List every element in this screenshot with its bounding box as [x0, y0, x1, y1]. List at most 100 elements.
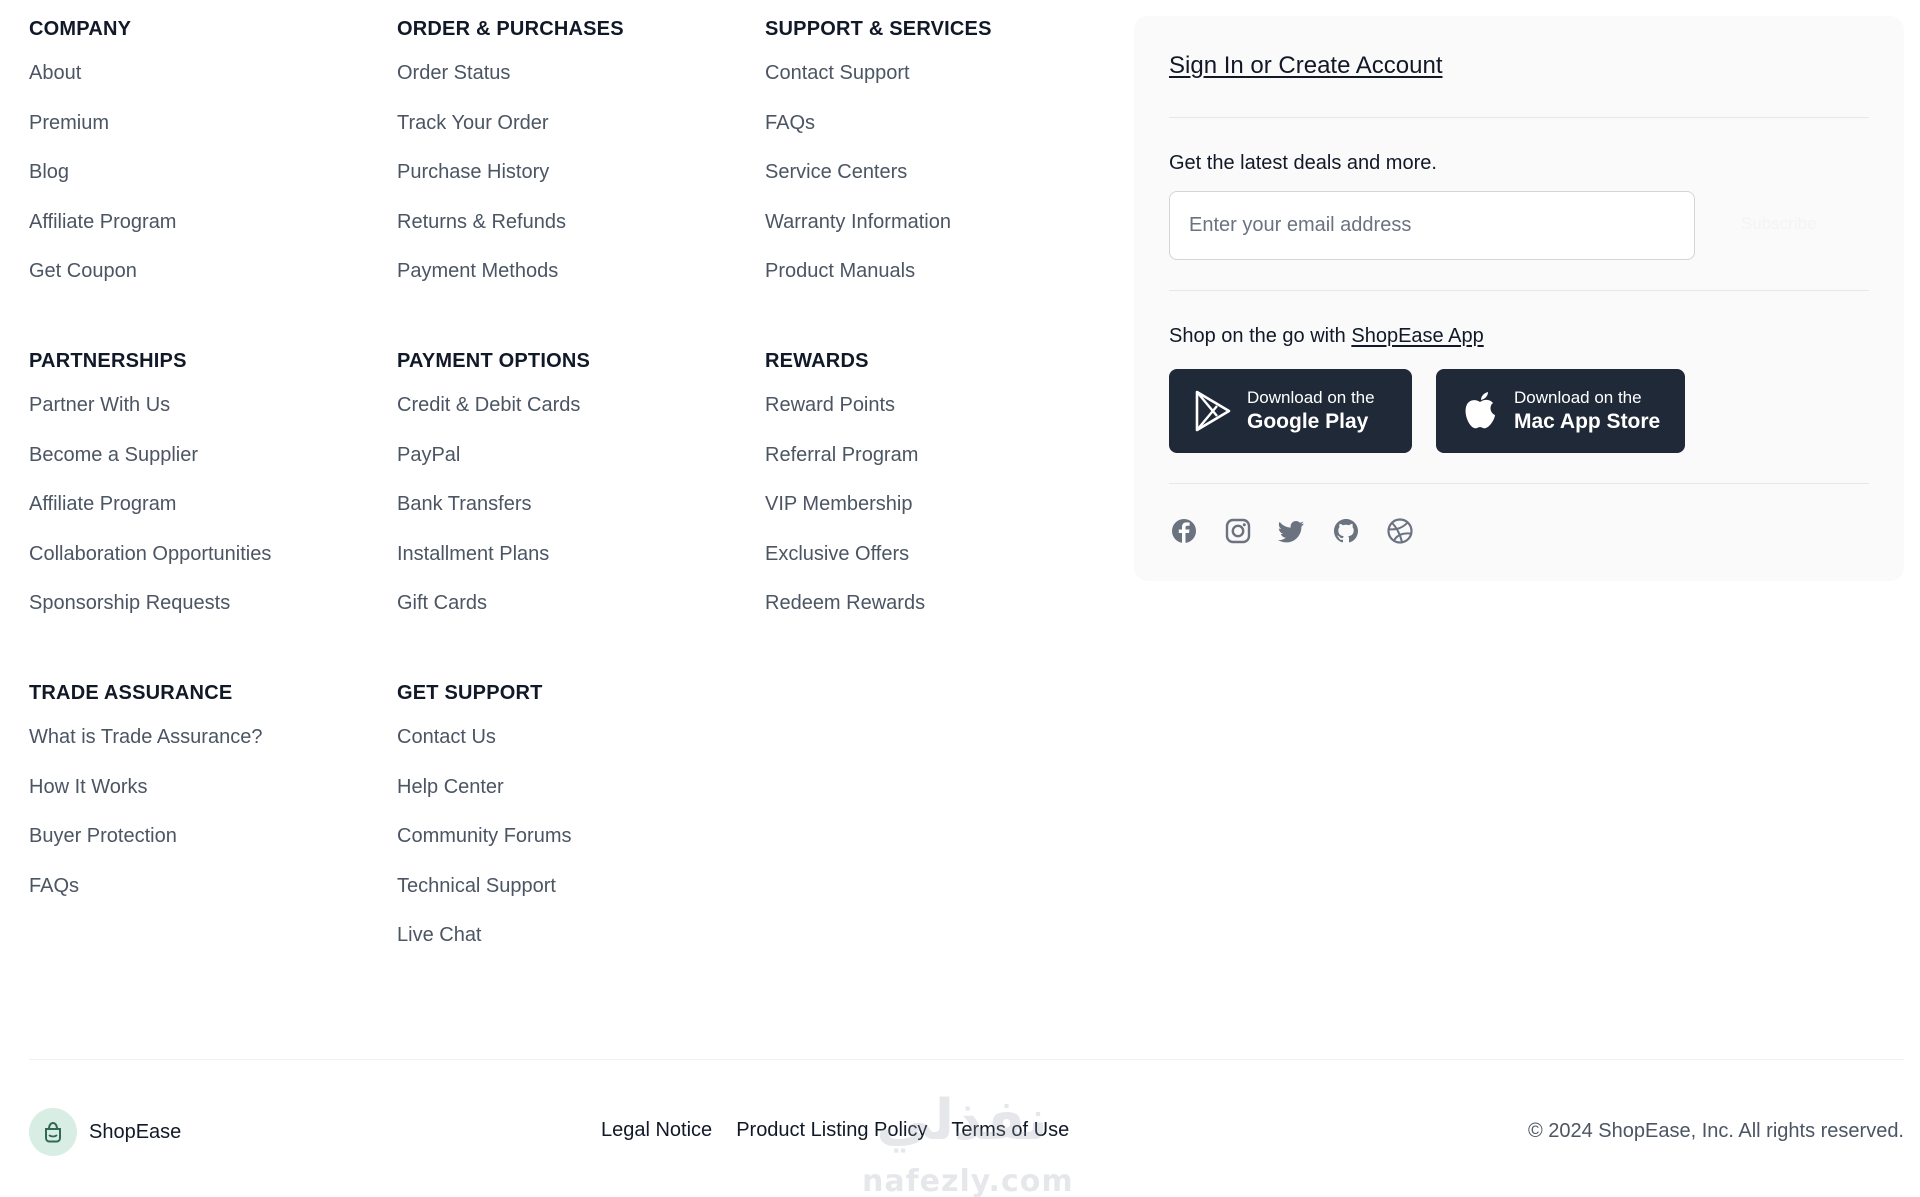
footer-page: COMPANY About Premium Blog Affiliate Pro… [0, 0, 1920, 1197]
section-title: TRADE ASSURANCE [29, 682, 233, 704]
link-track-order[interactable]: Track Your Order [397, 108, 549, 138]
link-payment-methods[interactable]: Payment Methods [397, 256, 558, 286]
app-link[interactable]: ShopEase App [1351, 325, 1483, 347]
section-title: REWARDS [765, 350, 869, 372]
link-faqs[interactable]: FAQs [765, 108, 815, 138]
link-service-centers[interactable]: Service Centers [765, 157, 907, 187]
link-buyer-protection[interactable]: Buyer Protection [29, 821, 177, 851]
link-order-status[interactable]: Order Status [397, 58, 510, 88]
link-product-manuals[interactable]: Product Manuals [765, 256, 915, 286]
store-line-small: Download on the [1514, 387, 1642, 407]
link-become-supplier[interactable]: Become a Supplier [29, 440, 198, 470]
twitter-icon[interactable] [1277, 516, 1307, 546]
link-list: Contact Support FAQs Service Centers War… [765, 58, 1125, 306]
section-get-support: GET SUPPORT Contact Us Help Center Commu… [397, 681, 757, 970]
footer-divider [29, 1059, 1904, 1060]
legal-links: Legal Notice Product Listing Policy Term… [601, 1119, 1093, 1142]
copyright: © 2024 ShopEase, Inc. All rights reserve… [1527, 1120, 1904, 1142]
link-product-listing-policy[interactable]: Product Listing Policy [736, 1119, 927, 1142]
link-gift-cards[interactable]: Gift Cards [397, 588, 487, 618]
link-purchase-history[interactable]: Purchase History [397, 157, 549, 187]
section-title: PARTNERSHIPS [29, 350, 187, 372]
link-returns-refunds[interactable]: Returns & Refunds [397, 207, 566, 237]
link-list: About Premium Blog Affiliate Program Get… [29, 58, 389, 306]
app-promo-prefix: Shop on the go with [1169, 325, 1352, 347]
link-collaboration[interactable]: Collaboration Opportunities [29, 539, 271, 569]
section-order-purchases: ORDER & PURCHASES Order Status Track You… [397, 17, 757, 306]
section-trade-assurance: TRADE ASSURANCE What is Trade Assurance?… [29, 681, 389, 920]
link-how-it-works[interactable]: How It Works [29, 772, 148, 802]
link-paypal[interactable]: PayPal [397, 440, 460, 470]
link-legal-notice[interactable]: Legal Notice [601, 1119, 712, 1142]
link-blog[interactable]: Blog [29, 157, 69, 187]
google-play-button[interactable]: Download on the Google Play [1169, 369, 1412, 453]
link-what-is-trade-assurance[interactable]: What is Trade Assurance? [29, 722, 262, 752]
dribbble-icon[interactable] [1385, 516, 1415, 546]
link-installment-plans[interactable]: Installment Plans [397, 539, 549, 569]
account-panel: Sign In or Create Account Get the latest… [1134, 16, 1904, 581]
store-line-large: Google Play [1247, 409, 1369, 433]
email-input[interactable] [1169, 191, 1695, 260]
link-partner-with-us[interactable]: Partner With Us [29, 390, 170, 420]
google-play-icon [1191, 389, 1235, 433]
app-store-button[interactable]: Download on the Mac App Store [1436, 369, 1685, 453]
section-title: SUPPORT & SERVICES [765, 18, 992, 40]
link-list: Credit & Debit Cards PayPal Bank Transfe… [397, 390, 757, 638]
link-sponsorship[interactable]: Sponsorship Requests [29, 588, 230, 618]
store-line-large: Mac App Store [1514, 409, 1661, 433]
section-title: GET SUPPORT [397, 682, 543, 704]
link-contact-support[interactable]: Contact Support [765, 58, 910, 88]
link-exclusive-offers[interactable]: Exclusive Offers [765, 539, 909, 569]
link-credit-debit-cards[interactable]: Credit & Debit Cards [397, 390, 580, 420]
facebook-icon[interactable] [1169, 516, 1199, 546]
section-payment-options: PAYMENT OPTIONS Credit & Debit Cards Pay… [397, 349, 757, 638]
signin-link[interactable]: Sign In or Create Account [1169, 52, 1443, 80]
link-list: Partner With Us Become a Supplier Affili… [29, 390, 389, 638]
brand[interactable]: ShopEase [29, 1108, 181, 1156]
divider [1169, 290, 1869, 291]
link-list: Order Status Track Your Order Purchase H… [397, 58, 757, 306]
watermark: نفذلي nafezly.com [862, 1088, 1074, 1197]
link-vip-membership[interactable]: VIP Membership [765, 489, 912, 519]
link-about[interactable]: About [29, 58, 81, 88]
link-community-forums[interactable]: Community Forums [397, 821, 571, 851]
link-reward-points[interactable]: Reward Points [765, 390, 895, 420]
link-faqs[interactable]: FAQs [29, 871, 79, 901]
apple-icon [1458, 389, 1502, 433]
link-referral-program[interactable]: Referral Program [765, 440, 918, 470]
divider [1169, 483, 1869, 484]
newsletter-text: Get the latest deals and more. [1169, 152, 1437, 174]
github-icon[interactable] [1331, 516, 1361, 546]
link-warranty-information[interactable]: Warranty Information [765, 207, 951, 237]
brand-name: ShopEase [89, 1120, 182, 1143]
divider [1169, 117, 1869, 118]
link-help-center[interactable]: Help Center [397, 772, 504, 802]
section-rewards: REWARDS Reward Points Referral Program V… [765, 349, 1125, 638]
link-technical-support[interactable]: Technical Support [397, 871, 556, 901]
section-support-services: SUPPORT & SERVICES Contact Support FAQs … [765, 17, 1125, 306]
watermark-latin: nafezly.com [862, 1164, 1074, 1197]
link-get-coupon[interactable]: Get Coupon [29, 256, 137, 286]
link-affiliate-program[interactable]: Affiliate Program [29, 207, 176, 237]
link-bank-transfers[interactable]: Bank Transfers [397, 489, 532, 519]
link-redeem-rewards[interactable]: Redeem Rewards [765, 588, 925, 618]
link-affiliate-program[interactable]: Affiliate Program [29, 489, 176, 519]
section-company: COMPANY About Premium Blog Affiliate Pro… [29, 17, 389, 306]
social-links [1169, 516, 1439, 546]
subscribe-button[interactable]: Subscribe [1729, 208, 1829, 240]
link-premium[interactable]: Premium [29, 108, 109, 138]
link-list: Contact Us Help Center Community Forums … [397, 722, 757, 970]
section-title: COMPANY [29, 18, 132, 40]
app-promo-text: Shop on the go with ShopEase App [1169, 325, 1484, 348]
store-line-small: Download on the [1247, 387, 1375, 407]
link-list: Reward Points Referral Program VIP Membe… [765, 390, 1125, 638]
instagram-icon[interactable] [1223, 516, 1253, 546]
link-live-chat[interactable]: Live Chat [397, 920, 482, 950]
shopease-logo-icon [29, 1108, 77, 1156]
link-list: What is Trade Assurance? How It Works Bu… [29, 722, 389, 920]
section-title: PAYMENT OPTIONS [397, 350, 591, 372]
section-partnerships: PARTNERSHIPS Partner With Us Become a Su… [29, 349, 389, 638]
section-title: ORDER & PURCHASES [397, 18, 624, 40]
link-contact-us[interactable]: Contact Us [397, 722, 496, 752]
link-terms-of-use[interactable]: Terms of Use [951, 1119, 1069, 1142]
